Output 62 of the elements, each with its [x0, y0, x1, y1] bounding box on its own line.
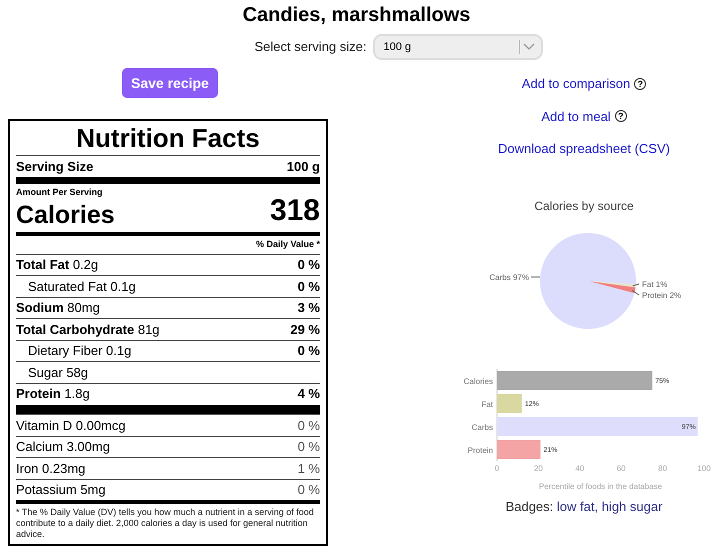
daily-value: 0 %	[298, 416, 320, 434]
category-label: Carbs	[472, 422, 493, 432]
tick-label: 100	[697, 464, 711, 472]
save-recipe-button[interactable]: Save recipe	[122, 68, 218, 98]
tick-label: 80	[658, 464, 668, 472]
help-icon[interactable]: ?	[634, 78, 646, 90]
chart-title: Calories by source	[534, 198, 634, 214]
daily-value: 0 %	[298, 278, 320, 296]
daily-value: 0 %	[298, 342, 320, 360]
slice-label: Fat 1%	[642, 280, 668, 288]
daily-value-header: % Daily Value *	[256, 238, 320, 251]
daily-value: 3 %	[298, 299, 320, 317]
page-title: Candies, marshmallows	[242, 3, 470, 27]
category-label: Calories	[464, 376, 493, 386]
chevron-down-icon	[522, 43, 534, 51]
leader-line	[632, 283, 640, 286]
badges-text: Badges: low fat, high sugar	[506, 498, 662, 516]
field-label: Select serving size:	[254, 38, 366, 56]
tick-label: 60	[616, 464, 626, 472]
nutrient-label: Total Carbohydrate 81g	[16, 320, 160, 339]
nutrient-label: Calcium 3.00mg	[16, 438, 110, 456]
daily-value: 1 %	[298, 460, 320, 478]
calories-label: Calories	[16, 200, 115, 230]
tick-label: 40	[575, 464, 584, 472]
calories-value: 318	[270, 192, 320, 228]
amount-per-serving: Amount Per Serving	[16, 186, 104, 199]
action-link[interactable]: Download spreadsheet (CSV)	[498, 139, 670, 158]
category-label: Protein	[468, 446, 493, 454]
axis-title: Percentile of foods in the database	[538, 482, 662, 490]
bar	[497, 394, 522, 412]
nutrient-label: Sugar 58g	[27, 364, 88, 382]
nutrient-label: Iron 0.23mg	[16, 460, 86, 478]
action-link[interactable]: Add to comparison	[522, 74, 630, 94]
daily-value: 0 %	[298, 256, 320, 274]
serving-size-select[interactable]: 100 g	[372, 34, 542, 60]
nutrient-label: Saturated Fat 0.1g	[27, 278, 136, 296]
daily-value: 0 %	[298, 438, 320, 456]
category-label: Fat	[481, 400, 493, 408]
help-icon[interactable]: ?	[614, 110, 627, 122]
serving-size-label: Serving Size	[16, 158, 94, 176]
badge-link[interactable]: low fat,	[556, 498, 598, 514]
badge-link[interactable]: high sugar	[602, 498, 662, 514]
label-title: Nutrition Facts	[16, 121, 320, 156]
nutrient-label: Vitamin D 0.00mcg	[16, 416, 126, 435]
nutrient-label: Dietary Fiber 0.1g	[27, 342, 132, 360]
nutrient-label: Sodium 80mg	[16, 299, 100, 317]
nutrient-label: Protein 1.8g	[16, 385, 90, 403]
footnote: * The % Daily Value (DV) tells you how much a nutrient in a serving of food contribute to a daily diet. 2,000 calories a day is used for general nutrition advice.	[16, 507, 315, 540]
slice-label: Protein 2%	[642, 290, 682, 300]
slice-label: Carbs 97%	[489, 272, 529, 282]
action-link[interactable]: Add to meal	[541, 106, 611, 126]
daily-value: 4 %	[298, 385, 320, 403]
daily-value: 0 %	[298, 481, 320, 499]
tick-label: 20	[534, 464, 543, 472]
leader-line	[632, 289, 640, 295]
tick-label: 0	[494, 464, 500, 472]
nutrient-label: Total Fat 0.2g	[16, 256, 98, 274]
nutrient-label: Potassium 5mg	[16, 481, 106, 499]
leader-line	[530, 276, 540, 277]
bar	[497, 440, 540, 458]
serving-size-value: 100 g	[286, 158, 320, 176]
daily-value: 29 %	[290, 320, 320, 338]
